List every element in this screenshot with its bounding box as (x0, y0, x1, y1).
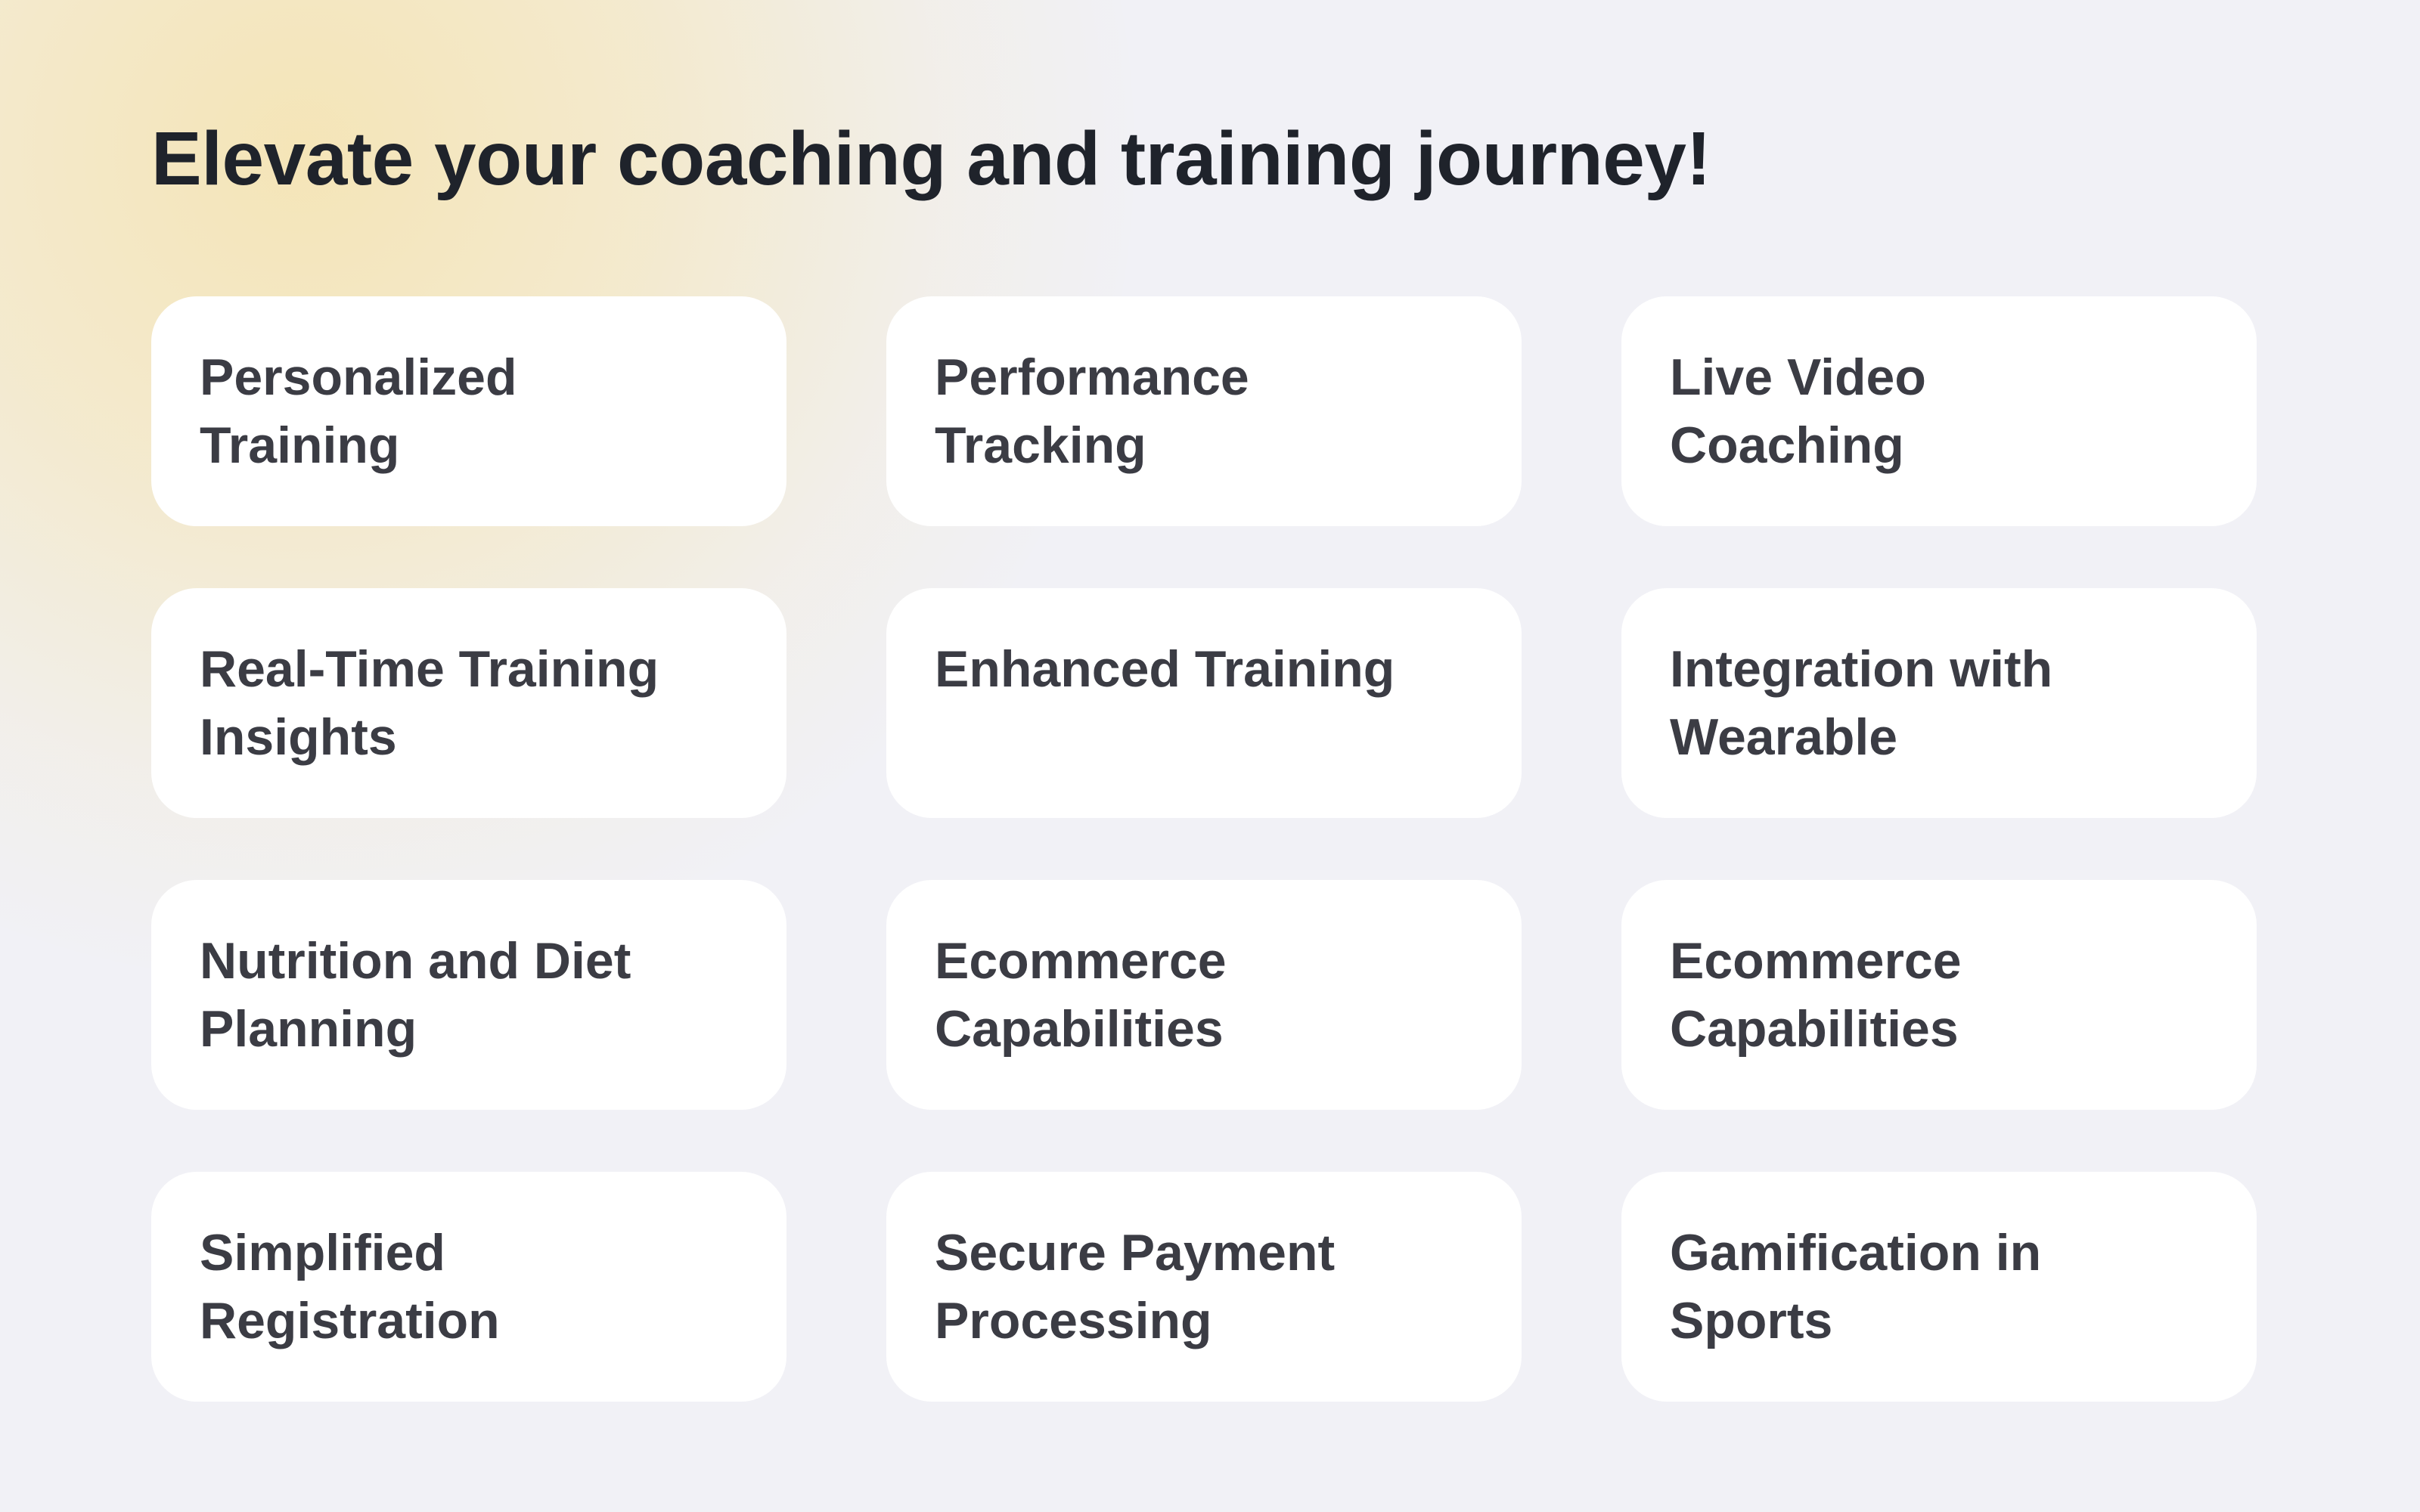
feature-card-label: Ecommerce Capabilities (935, 932, 1227, 1058)
feature-card-label: Simplified Registration (200, 1224, 500, 1349)
feature-card-label: Nutrition and Diet Planning (200, 932, 631, 1058)
feature-card-label: Ecommerce Capabilities (1670, 932, 1962, 1058)
feature-card-label: Integration with Wearable (1670, 640, 2053, 766)
feature-card-label: Live Video Coaching (1670, 349, 1926, 474)
feature-card-enhanced-training[interactable]: Enhanced Training (886, 588, 1522, 818)
feature-card-label: Real-Time Training Insights (200, 640, 659, 766)
feature-card-label: Gamification in Sports (1670, 1224, 2042, 1349)
feature-card-secure-payment-processing[interactable]: Secure Payment Processing (886, 1172, 1522, 1402)
feature-card-live-video-coaching[interactable]: Live Video Coaching (1621, 296, 2257, 526)
feature-card-label: Secure Payment Processing (935, 1224, 1336, 1349)
feature-grid: Personalized Training Performance Tracki… (151, 296, 2257, 1402)
feature-card-ecommerce-capabilities-2[interactable]: Ecommerce Capabilities (1621, 880, 2257, 1110)
feature-card-real-time-training-insights[interactable]: Real-Time Training Insights (151, 588, 786, 818)
feature-card-label: Performance Tracking (935, 349, 1249, 474)
feature-card-integration-with-wearable[interactable]: Integration with Wearable (1621, 588, 2257, 818)
feature-card-gamification-in-sports[interactable]: Gamification in Sports (1621, 1172, 2257, 1402)
feature-card-ecommerce-capabilities[interactable]: Ecommerce Capabilities (886, 880, 1522, 1110)
feature-card-simplified-registration[interactable]: Simplified Registration (151, 1172, 786, 1402)
page-title: Elevate your coaching and training journ… (151, 116, 1711, 201)
feature-card-nutrition-and-diet-planning[interactable]: Nutrition and Diet Planning (151, 880, 786, 1110)
feature-card-personalized-training[interactable]: Personalized Training (151, 296, 786, 526)
feature-card-label: Enhanced Training (935, 640, 1395, 698)
feature-card-performance-tracking[interactable]: Performance Tracking (886, 296, 1522, 526)
feature-card-label: Personalized Training (200, 349, 517, 474)
